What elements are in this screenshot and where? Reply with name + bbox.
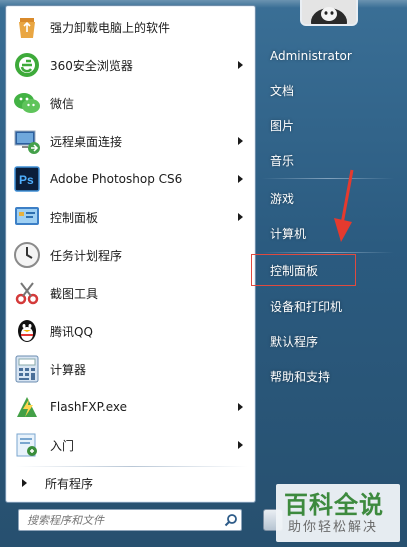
watermark-subtitle: 助你轻松解决 [288,520,379,535]
documents-link[interactable]: 文档 [270,80,294,100]
program-item-control-panel[interactable]: 控制面板 [10,198,253,236]
program-label: 微信 [50,96,75,111]
divider [16,466,248,467]
devices-printers-link[interactable]: 设备和打印机 [270,296,342,316]
svg-text:Ps: Ps [19,173,34,187]
submenu-arrow-icon[interactable] [238,137,243,145]
program-label: Adobe Photoshop CS6 [50,172,183,186]
wechat-icon [12,88,42,118]
program-item-photoshop[interactable]: Ps Adobe Photoshop CS6 [10,160,253,198]
pictures-link[interactable]: 图片 [270,115,294,135]
music-link[interactable]: 音乐 [270,150,294,170]
red-arrow-icon [330,168,356,247]
expand-arrow-icon [22,479,27,487]
games-link[interactable]: 游戏 [270,188,294,208]
program-item-remote-desktop[interactable]: 远程桌面连接 [10,122,253,160]
submenu-arrow-icon[interactable] [238,441,243,449]
photoshop-icon: Ps [12,164,42,194]
qq-penguin-icon [12,316,42,346]
program-label: 控制面板 [50,210,99,225]
program-list-pane: 强力卸载电脑上的软件 360安全浏览器 微信 远程桌面连接 Ps Adobe P… [5,5,256,503]
program-label: 截图工具 [50,286,99,301]
program-item-360-browser[interactable]: 360安全浏览器 [10,46,253,84]
all-programs-button[interactable]: 所有程序 [10,470,253,496]
clock-icon [12,240,42,270]
program-label: 强力卸载电脑上的软件 [50,20,171,35]
recycle-icon [12,12,42,42]
computer-link[interactable]: 计算机 [270,223,306,243]
program-item-qq[interactable]: 腾讯QQ [10,312,253,350]
flashfxp-icon [12,392,42,422]
program-item-task-scheduler[interactable]: 任务计划程序 [10,236,253,274]
program-item-wechat[interactable]: 微信 [10,84,253,122]
calculator-icon [12,354,42,384]
control-panel-icon [12,202,42,232]
highlight-box [251,254,356,286]
getting-started-icon [12,430,42,460]
program-label: 计算器 [50,362,87,377]
program-label: FlashFXP.exe [50,400,128,414]
submenu-arrow-icon[interactable] [238,403,243,411]
submenu-arrow-icon[interactable] [238,213,243,221]
user-avatar[interactable] [300,0,358,26]
program-label: 任务计划程序 [50,248,123,263]
default-programs-link[interactable]: 默认程序 [270,331,318,351]
program-label: 腾讯QQ [50,324,93,339]
browser-360-icon [12,50,42,80]
remote-desktop-icon [12,126,42,156]
submenu-arrow-icon[interactable] [238,175,243,183]
all-programs-label: 所有程序 [45,476,94,491]
program-item-getting-started[interactable]: 入门 [10,426,253,464]
program-label: 远程桌面连接 [50,134,123,149]
program-label: 入门 [50,438,75,453]
help-support-link[interactable]: 帮助和支持 [270,366,330,386]
submenu-arrow-icon[interactable] [238,61,243,69]
search-input[interactable] [19,510,221,530]
search-icon[interactable] [221,510,241,530]
watermark-title: 百科全说 [284,491,384,519]
program-label: 360安全浏览器 [50,58,133,73]
divider [262,178,394,179]
search-box[interactable] [18,509,242,531]
divider [262,252,394,253]
scissors-icon [12,278,42,308]
program-item-calculator[interactable]: 计算器 [10,350,253,388]
program-item-snipping-tool[interactable]: 截图工具 [10,274,253,312]
program-item-flashfxp[interactable]: FlashFXP.exe [10,388,253,426]
program-item-uninstaller[interactable]: 强力卸载电脑上的软件 [10,8,253,46]
user-name-link[interactable]: Administrator [270,46,352,66]
